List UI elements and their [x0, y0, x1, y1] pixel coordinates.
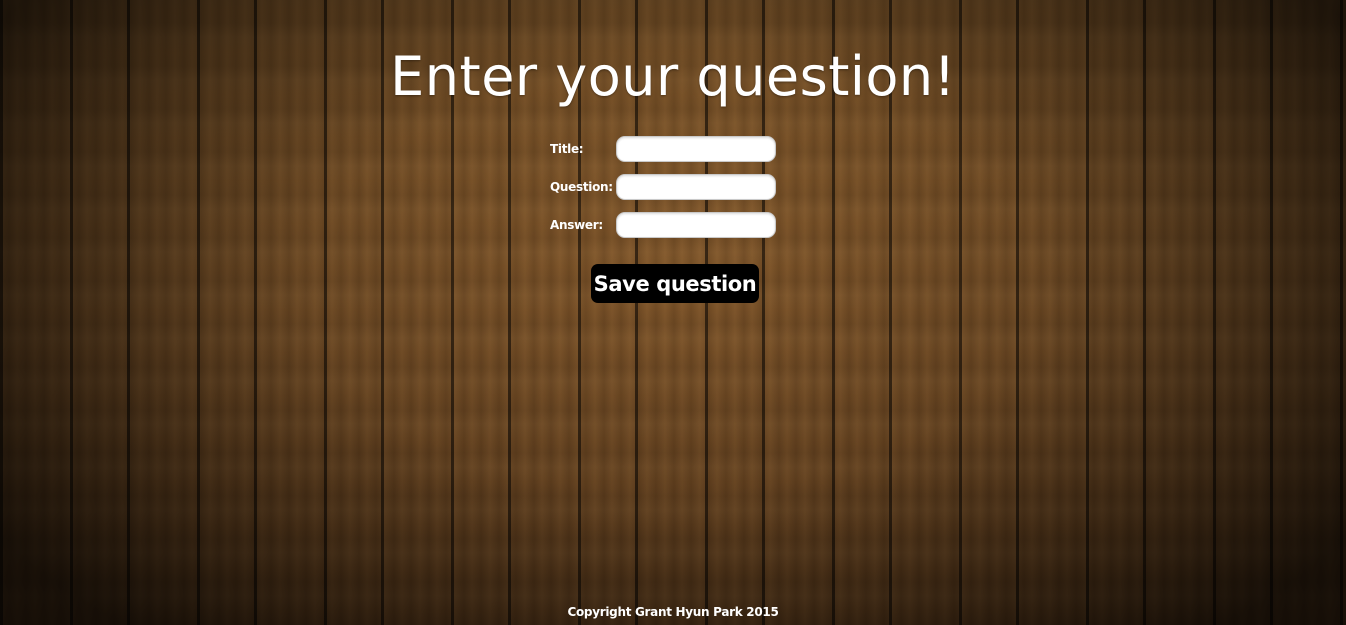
question-row: Question: — [550, 173, 780, 201]
question-input[interactable] — [616, 174, 776, 200]
question-label: Question: — [550, 180, 613, 194]
answer-row: Answer: — [550, 211, 780, 239]
question-form: Title: Question: Answer: — [550, 135, 780, 249]
answer-input[interactable] — [616, 212, 776, 238]
title-row: Title: — [550, 135, 780, 163]
page-title: Enter your question! — [390, 45, 956, 108]
answer-label: Answer: — [550, 218, 603, 232]
title-input[interactable] — [616, 136, 776, 162]
title-label: Title: — [550, 142, 584, 156]
save-question-button[interactable]: Save question — [591, 264, 759, 303]
copyright-footer: Copyright Grant Hyun Park 2015 — [567, 605, 779, 619]
